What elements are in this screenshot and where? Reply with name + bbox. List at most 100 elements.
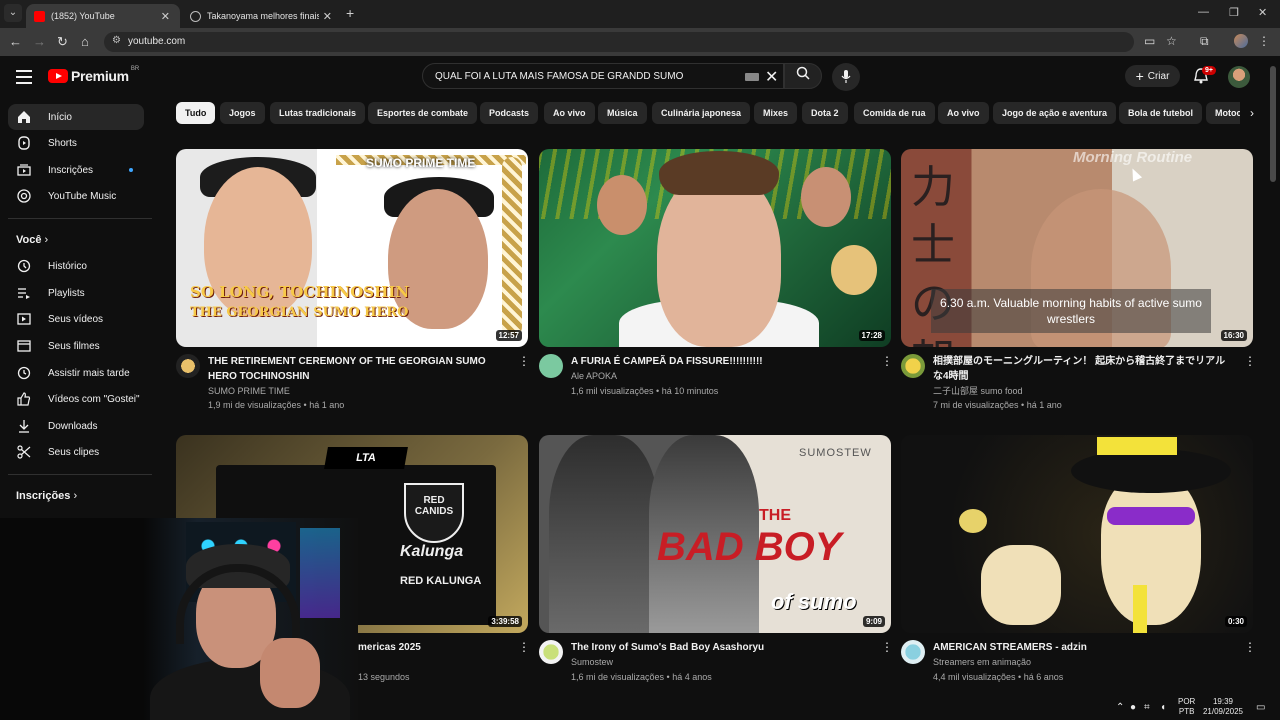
chip-podcasts[interactable]: Podcasts [480,102,539,124]
browser-tab-youtube[interactable]: (1852) YouTube ✕ [26,4,180,28]
back-icon[interactable]: ← [9,34,22,49]
more-actions-icon[interactable]: ⋮ [518,640,530,654]
webcam-overlay [0,518,358,720]
sidebar-item-your-clips[interactable]: Seus clipes [8,439,144,465]
microphone-tray-icon[interactable]: ● [1130,702,1136,713]
account-avatar[interactable] [1228,66,1250,88]
close-tab-icon[interactable]: ✕ [161,10,170,23]
site-info-icon[interactable]: ⚙ [112,35,121,46]
tab-title: (1852) YouTube [51,11,115,21]
network-icon[interactable]: ⌗ [1144,702,1150,713]
chip-music[interactable]: Música [598,102,647,124]
channel-avatar[interactable] [539,640,563,664]
close-tab-icon[interactable]: ✕ [323,10,332,23]
chevron-up-icon[interactable]: ⌃ [1116,702,1124,713]
more-actions-icon[interactable]: ⋮ [1244,640,1256,654]
forward-icon[interactable]: → [33,34,46,49]
more-actions-icon[interactable]: ⋮ [881,640,893,654]
video-thumbnail[interactable]: SUMO PRIME TIME SO LONG, TOCHINOSHIN THE… [176,149,528,347]
sidebar-item-your-videos[interactable]: Seus vídeos [8,306,144,332]
youtube-premium-logo[interactable]: Premium BR [48,66,139,84]
sidebar-item-playlists[interactable]: Playlists [8,280,144,306]
video-thumbnail[interactable]: 0:30 [901,435,1253,633]
chip-traditional-fights[interactable]: Lutas tradicionais [270,102,366,124]
video-thumbnail[interactable]: 17:28 [539,149,891,347]
video-title[interactable]: THE RETIREMENT CEREMONY OF THE GEORGIAN … [208,354,508,384]
channel-name[interactable]: Sumostew [571,655,613,670]
sidebar-item-shorts[interactable]: Shorts [8,130,144,156]
sidebar-you-header[interactable]: Você › [16,234,48,246]
search-button[interactable] [784,63,822,89]
notification-center-icon[interactable]: ▭ [1256,702,1265,713]
search-input[interactable]: QUAL FOI A LUTA MAIS FAMOSA DE GRANDD SU… [422,63,784,89]
sidebar-item-liked-videos[interactable]: Vídeos com "Gostei" [8,386,144,412]
close-window-icon[interactable]: ✕ [1258,6,1267,19]
reload-icon[interactable]: ↻ [57,34,68,50]
new-tab-icon[interactable]: + [346,5,354,21]
video-title[interactable]: A FURIA É CAMPEÃ DA FISSURE!!!!!!!!!! [571,354,871,369]
tab-search-button[interactable]: ⌄ [4,4,22,22]
volume-icon[interactable]: ◖ [1160,702,1166,713]
language-indicator[interactable]: POR PTB [1178,697,1195,717]
notification-badge: 9+ [1202,66,1216,75]
channel-name[interactable]: 二子山部屋 sumo food [933,384,1023,399]
video-stats: 4,4 mil visualizações • há 6 anos [933,672,1064,682]
cast-icon[interactable]: ▭ [1144,34,1155,48]
channel-name[interactable]: SUMO PRIME TIME [208,384,290,399]
thumbnail-text: SO LONG, TOCHINOSHIN [190,283,410,301]
sidebar-item-watch-later[interactable]: Assistir mais tarde [8,360,144,386]
chip-football[interactable]: Bola de futebol [1119,102,1202,124]
channel-avatar[interactable] [176,354,200,378]
chip-all[interactable]: Tudo [176,102,216,124]
page-scrollbar[interactable] [1270,66,1276,182]
chip-live-2[interactable]: Ao vivo [938,102,989,124]
sidebar-item-your-movies[interactable]: Seus filmes [8,333,144,359]
chip-games[interactable]: Jogos [220,102,265,124]
video-thumbnail[interactable]: SUMOSTEW THE BAD BOY of sumo 9:09 [539,435,891,633]
url-text: youtube.com [128,36,186,47]
channel-avatar[interactable] [901,354,925,378]
sidebar-subscriptions-header[interactable]: Inscrições › [16,490,77,502]
keyboard-icon[interactable] [745,73,759,81]
browser-tab-takanoyama[interactable]: Takanoyama melhores finais ✕ [182,4,342,28]
browser-profile-avatar[interactable] [1234,34,1248,48]
voice-search-button[interactable] [832,63,860,91]
home-button-icon[interactable]: ⌂ [81,34,89,49]
channel-avatar[interactable] [901,640,925,664]
history-icon [17,259,31,273]
more-actions-icon[interactable]: ⋮ [518,354,530,368]
channel-avatar[interactable] [539,354,563,378]
restore-icon[interactable]: ❐ [1229,6,1239,19]
chip-dota-2[interactable]: Dota 2 [802,102,848,124]
chip-live[interactable]: Ao vivo [544,102,595,124]
chip-action-adventure[interactable]: Jogo de ação e aventura [993,102,1117,124]
sidebar-item-history[interactable]: Histórico [8,253,144,279]
chip-street-food[interactable]: Comida de rua [854,102,935,124]
extensions-icon[interactable]: ⧉ [1200,34,1209,49]
more-actions-icon[interactable]: ⋮ [1244,354,1256,368]
video-title[interactable]: 相撲部屋のモーニングルーティン！ 起床から稽古終了までリアルな4時間 [933,354,1233,384]
address-bar[interactable]: ⚙ youtube.com [104,32,1134,52]
video-thumbnail[interactable]: 力士の朝 Morning Routine 6.30 a.m. Valuable … [901,149,1253,347]
clock[interactable]: 19:39 21/09/2025 [1202,697,1244,717]
sidebar-item-subscriptions[interactable]: Inscrições [8,157,144,183]
browser-menu-icon[interactable]: ⋮ [1258,34,1270,48]
sidebar-item-home[interactable]: Início [8,104,144,130]
minimize-icon[interactable]: — [1198,6,1209,18]
chevron-right-icon[interactable]: › [1240,102,1264,124]
clear-search-icon[interactable]: ✕ [765,67,778,87]
video-stats: 1,6 mil visualizações • há 10 minutos [571,386,719,396]
more-actions-icon[interactable]: ⋮ [881,354,893,368]
chip-japanese-cuisine[interactable]: Culinária japonesa [652,102,751,124]
video-title[interactable]: The Irony of Sumo's Bad Boy Asashoryu [571,640,871,655]
menu-icon[interactable] [16,70,32,88]
sidebar-item-downloads[interactable]: Downloads [8,413,144,439]
sidebar-item-youtube-music[interactable]: YouTube Music [8,183,144,209]
create-button[interactable]: + Criar [1125,65,1180,87]
channel-name[interactable]: Ale APOKA [571,369,617,384]
bookmark-star-icon[interactable]: ☆ [1166,34,1177,48]
channel-name[interactable]: Streamers em animação [933,655,1031,670]
chip-combat-sports[interactable]: Esportes de combate [368,102,478,124]
chip-mixes[interactable]: Mixes [754,102,798,124]
video-title[interactable]: AMERICAN STREAMERS - adzin [933,640,1233,655]
